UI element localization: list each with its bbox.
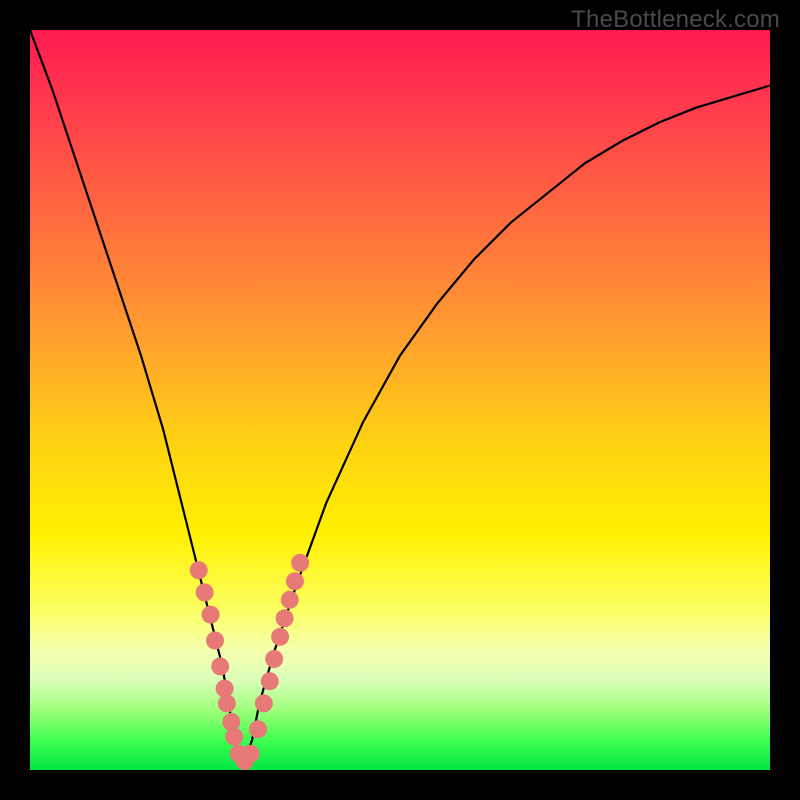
plot-area (30, 30, 770, 770)
data-marker (265, 650, 283, 668)
chart-frame: TheBottleneck.com (0, 0, 800, 800)
data-marker (242, 745, 260, 763)
data-marker (202, 606, 220, 624)
curve-svg (30, 30, 770, 770)
data-marker (211, 657, 229, 675)
data-marker (286, 572, 304, 590)
data-marker (225, 728, 243, 746)
data-marker (249, 720, 267, 738)
data-marker (190, 561, 208, 579)
data-marker (196, 583, 214, 601)
data-marker (271, 628, 289, 646)
data-marker (222, 713, 240, 731)
data-marker-group (190, 554, 309, 770)
data-marker (281, 591, 299, 609)
data-marker (261, 672, 279, 690)
data-marker (218, 694, 236, 712)
watermark-text: TheBottleneck.com (571, 6, 780, 34)
data-marker (291, 554, 309, 572)
data-marker (276, 609, 294, 627)
data-marker (206, 632, 224, 650)
bottleneck-curve (30, 30, 770, 763)
data-marker (255, 694, 273, 712)
